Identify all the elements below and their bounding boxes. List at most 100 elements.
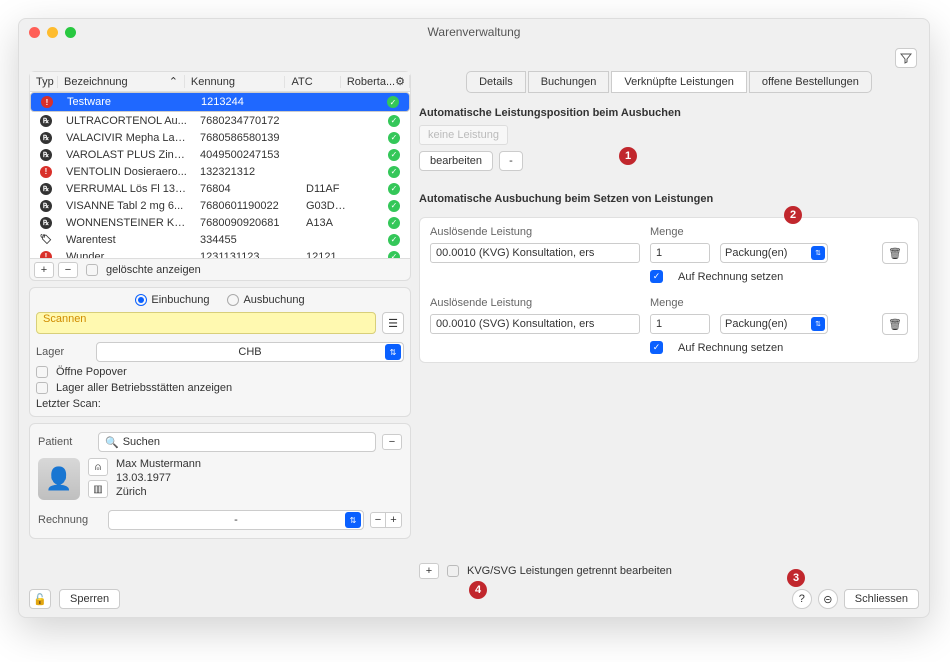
patient-card-button[interactable]: ▥: [88, 480, 108, 498]
clear-patient-button[interactable]: −: [382, 434, 402, 450]
chevron-updown-icon: ⇅: [385, 344, 401, 360]
checkbox-icon: [86, 264, 98, 276]
col-atc[interactable]: ATC: [285, 76, 340, 88]
unit-select[interactable]: Packung(en)⇅: [720, 243, 828, 263]
checkbox-icon: [447, 565, 459, 577]
lager-label: Lager: [36, 346, 90, 358]
einbuchung-radio[interactable]: Einbuchung: [135, 294, 209, 306]
content-body: Typ Bezeichnung⌃ Kennung ATC Roberta...⚙…: [19, 71, 929, 589]
minimize-window-icon[interactable]: [47, 27, 58, 38]
section-auto-setzen: Automatische Ausbuchung beim Setzen von …: [419, 193, 919, 205]
scan-input[interactable]: Scannen: [36, 312, 376, 334]
rechnung-stepper[interactable]: −+: [370, 512, 402, 528]
patient-label: Patient: [38, 436, 92, 448]
col-bezeichnung[interactable]: Bezeichnung⌃: [58, 75, 185, 88]
zoom-window-icon[interactable]: [65, 27, 76, 38]
table-body[interactable]: !Testware1213244✓℞ULTRACORTENOL Au...768…: [30, 92, 410, 258]
show-deleted-checkbox[interactable]: gelöschte anzeigen: [82, 264, 205, 276]
booking-panel: Einbuchung Ausbuchung Scannen ☰ Lager CH…: [29, 287, 411, 417]
detail-tabs: Details Buchungen Verknüpfte Leistungen …: [419, 71, 919, 93]
tab-buchungen[interactable]: Buchungen: [528, 71, 610, 93]
leistung-input[interactable]: 00.0010 (SVG) Konsultation, ers: [430, 314, 640, 334]
table-row[interactable]: !VENTOLIN Dosieraero...132321312✓: [30, 163, 410, 180]
callout-4: 4: [469, 581, 487, 599]
table-footer: + − gelöschte anzeigen: [30, 258, 410, 280]
col-roberta[interactable]: Roberta...⚙: [341, 75, 410, 88]
leistung-input[interactable]: 00.0010 (KVG) Konsultation, ers: [430, 243, 640, 263]
table-row[interactable]: 🏷Warentest334455✓: [30, 231, 410, 248]
remove-row-button[interactable]: −: [58, 262, 78, 278]
delete-linked-button[interactable]: 🗑: [882, 242, 908, 264]
schliessen-button[interactable]: Schliessen: [844, 589, 919, 609]
patient-panel: Patient 🔍Suchen − 👤 ⍝ ▥ Max Mustermann 1…: [29, 423, 411, 539]
delete-linked-button[interactable]: 🗑: [882, 313, 908, 335]
table-row[interactable]: !Wunder12311311231212123...✓: [30, 248, 410, 258]
callout-2: 2: [784, 206, 802, 224]
table-header: Typ Bezeichnung⌃ Kennung ATC Roberta...⚙: [30, 72, 410, 92]
add-linked-button[interactable]: +: [419, 563, 439, 579]
menge-input[interactable]: 1: [650, 243, 710, 263]
checkbox-icon: [36, 366, 48, 378]
booking-mode: Einbuchung Ausbuchung: [30, 288, 410, 312]
chevron-updown-icon: ⇅: [345, 512, 361, 528]
app-window: Warenverwaltung Typ Bezeichnung⌃ Kennung…: [18, 18, 930, 618]
search-icon: 🔍: [105, 436, 119, 449]
table-row[interactable]: ℞WONNENSTEINER Kra...7680090920681A13A✓: [30, 214, 410, 231]
rechnung-select[interactable]: -⇅: [108, 510, 364, 530]
checkbox-icon: [36, 382, 48, 394]
lager-select[interactable]: CHB⇅: [96, 342, 404, 362]
window-controls: [29, 27, 76, 38]
table-row[interactable]: ℞ULTRACORTENOL Au...7680234770172✓: [30, 112, 410, 129]
table-row[interactable]: ℞VALACIVIR Mepha Lac...7680586580139✓: [30, 129, 410, 146]
open-popover-checkbox[interactable]: Öffne Popover: [30, 364, 410, 380]
col-kennung[interactable]: Kennung: [185, 76, 286, 88]
patient-search-input[interactable]: 🔍Suchen: [98, 432, 376, 452]
tab-offene-bestellungen[interactable]: offene Bestellungen: [749, 71, 872, 93]
col-typ[interactable]: Typ: [30, 76, 58, 88]
stepper-minus[interactable]: −: [370, 512, 386, 528]
lock-icon[interactable]: 🔓: [29, 589, 51, 609]
rechnung-label: Rechnung: [38, 514, 102, 526]
tab-verknuepfte-leistungen[interactable]: Verknüpfte Leistungen: [611, 71, 746, 93]
patient-info: 👤 ⍝ ▥ Max Mustermann 13.03.1977 Zürich: [38, 458, 402, 500]
no-service-field: keine Leistung: [419, 125, 508, 145]
avatar: 👤: [38, 458, 80, 500]
sort-asc-icon: ⌃: [169, 75, 178, 88]
patient-dob: 13.03.1977: [116, 472, 201, 484]
table-row[interactable]: ℞VERRUMAL Lös Fl 13 ml76804D11AF✓: [30, 180, 410, 197]
linked-footer: + KVG/SVG Leistungen getrennt bearbeiten: [419, 555, 919, 579]
settings-button[interactable]: ⊝: [818, 589, 838, 609]
separate-edit-checkbox[interactable]: KVG/SVG Leistungen getrennt bearbeiten: [447, 565, 672, 577]
stepper-plus[interactable]: +: [386, 512, 402, 528]
tab-details[interactable]: Details: [466, 71, 526, 93]
left-column: Typ Bezeichnung⌃ Kennung ATC Roberta...⚙…: [29, 71, 411, 579]
gear-icon[interactable]: ⚙: [395, 75, 405, 88]
menge-input[interactable]: 1: [650, 314, 710, 334]
radio-off-icon: [227, 294, 239, 306]
ausbuchung-radio[interactable]: Ausbuchung: [227, 294, 304, 306]
all-sites-checkbox[interactable]: Lager aller Betriebsstätten anzeigen: [30, 380, 410, 396]
patient-city: Zürich: [116, 486, 201, 498]
article-table: Typ Bezeichnung⌃ Kennung ATC Roberta...⚙…: [29, 71, 411, 281]
add-row-button[interactable]: +: [34, 262, 54, 278]
last-scan-label: Letzter Scan:: [30, 396, 410, 416]
close-window-icon[interactable]: [29, 27, 40, 38]
titlebar: Warenverwaltung: [19, 19, 929, 45]
remove-service-button[interactable]: -: [499, 151, 523, 171]
sperren-button[interactable]: Sperren: [59, 589, 120, 609]
unit-select[interactable]: Packung(en)⇅: [720, 314, 828, 334]
callout-3: 3: [787, 569, 805, 587]
scan-list-button[interactable]: ☰: [382, 312, 404, 334]
window-title: Warenverwaltung: [19, 25, 929, 39]
table-row[interactable]: !Testware1213244✓: [30, 92, 410, 112]
edit-button[interactable]: bearbeiten: [419, 151, 493, 171]
filter-button[interactable]: [895, 48, 917, 68]
table-row[interactable]: ℞VISANNE Tabl 2 mg 6...7680601190022G03D…: [30, 197, 410, 214]
table-row[interactable]: ℞VAROLAST PLUS Zink...4049500247153✓: [30, 146, 410, 163]
help-button[interactable]: ?: [792, 589, 812, 609]
patient-detail-button[interactable]: ⍝: [88, 458, 108, 476]
linked-services-list: Auslösende LeistungMenge00.0010 (KVG) Ko…: [419, 217, 919, 363]
radio-on-icon: [135, 294, 147, 306]
patient-name: Max Mustermann: [116, 458, 201, 470]
right-column: Details Buchungen Verknüpfte Leistungen …: [419, 71, 919, 579]
